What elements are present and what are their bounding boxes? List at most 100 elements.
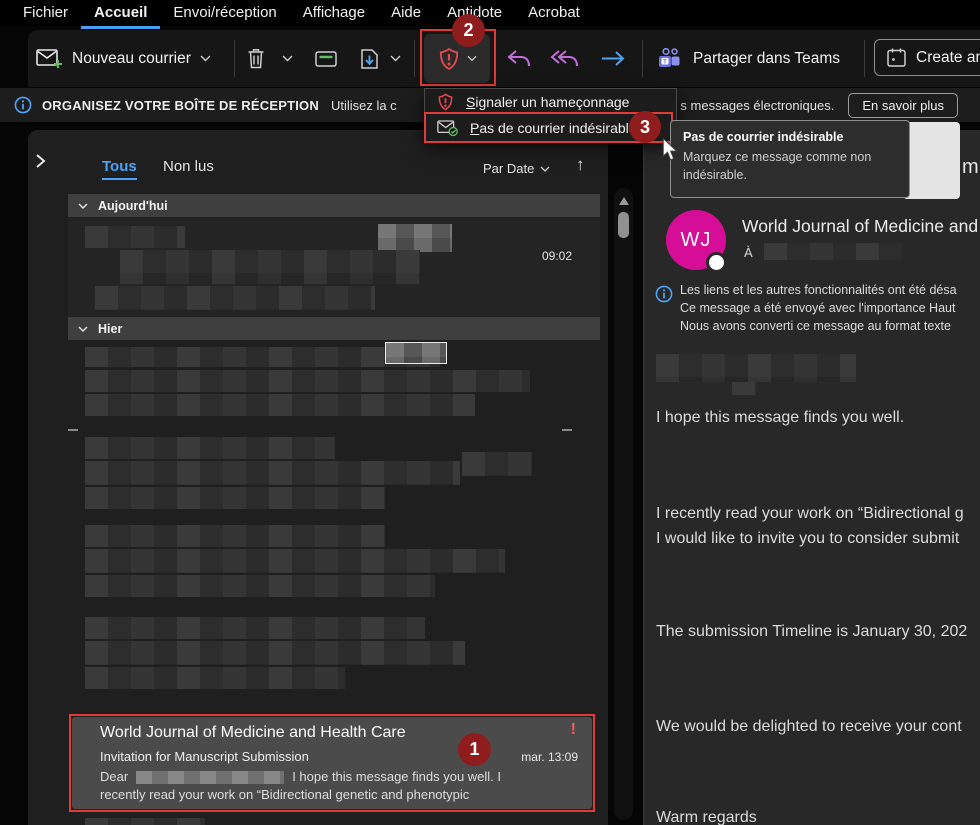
reply-button[interactable] [506, 30, 532, 87]
redacted-content [85, 575, 435, 597]
shield-exclaim-icon [437, 93, 454, 111]
body-line-4: The submission Timeline is January 30, 2… [656, 623, 967, 641]
annotation-badge-1: 1 [458, 733, 491, 766]
new-mail-button[interactable]: Nouveau courrier [36, 30, 211, 87]
chevron-down-icon[interactable] [390, 55, 401, 62]
redacted-content [85, 549, 505, 573]
row-divider [68, 429, 78, 431]
teams-icon: T [656, 47, 684, 71]
banner-text-left: Utilisez la c [331, 98, 397, 113]
redacted-content [85, 641, 465, 665]
tab-affichage[interactable]: Affichage [290, 0, 378, 26]
group-header-today[interactable]: Aujourd'hui [68, 194, 600, 217]
reply-all-button[interactable] [550, 30, 580, 87]
redacted-content [462, 452, 532, 476]
share-teams-label: Partager dans Teams [693, 50, 840, 68]
group-label: Hier [98, 322, 122, 336]
scrollbar-up-arrow[interactable] [619, 197, 629, 205]
new-mail-label: Nouveau courrier [72, 50, 191, 68]
redacted-content [85, 461, 460, 485]
group-header-yesterday[interactable]: Hier [68, 317, 600, 340]
info-icon [655, 285, 673, 303]
redacted-content [85, 525, 385, 547]
toolbar-separator [414, 40, 415, 77]
not-junk-tooltip: Pas de courrier indésirable Marquez ce m… [670, 120, 910, 198]
move-to-button[interactable] [358, 30, 401, 87]
info-line-3: Nous avons converti ce message au format… [680, 319, 980, 333]
body-line-6: Warm regards [656, 809, 757, 825]
filter-tab-all[interactable]: Tous [102, 158, 137, 180]
banner-title: ORGANISEZ VOTRE BOÎTE DE RÉCEPTION [42, 98, 319, 113]
message-row-redacted[interactable]: 09:02 [68, 218, 600, 316]
subject-fragment: m [962, 156, 979, 179]
tab-accueil[interactable]: Accueil [81, 0, 160, 29]
archive-button[interactable] [314, 30, 338, 87]
annotation-badge-2: 2 [452, 14, 485, 47]
group-label: Aujourd'hui [98, 199, 168, 213]
reply-all-icon [550, 48, 580, 70]
scrollbar-thumb[interactable] [618, 212, 629, 238]
tab-fichier[interactable]: Fichier [10, 0, 81, 26]
body-line-3: I would like to invite you to consider s… [656, 530, 959, 548]
delete-button[interactable] [246, 30, 266, 87]
share-teams-button[interactable]: T Partager dans Teams [656, 30, 840, 87]
toolbar-separator [234, 40, 235, 77]
redacted-content [85, 437, 335, 459]
redacted-content [85, 370, 530, 392]
toolbar-separator [864, 40, 865, 77]
reading-sender-name: World Journal of Medicine and Health Car… [742, 216, 980, 237]
tooltip-title: Pas de courrier indésirable [683, 130, 897, 144]
to-label: À [744, 245, 753, 260]
tab-acrobat[interactable]: Acrobat [515, 0, 593, 26]
message-time: 09:02 [542, 249, 572, 263]
banner-text-right: s messages électroniques. [680, 98, 834, 113]
trash-icon [246, 47, 266, 70]
redacted-greeting [656, 354, 856, 382]
sort-by-button[interactable]: Par Date [483, 161, 550, 176]
body-line-2: I recently read your work on “Bidirectio… [656, 505, 964, 523]
delete-dropdown-chevron[interactable] [282, 30, 293, 87]
redacted-content [85, 394, 475, 416]
tooltip-body: Marquez ce message comme non indésirable… [683, 149, 891, 184]
redacted-recipient [764, 243, 902, 260]
presence-indicator [706, 252, 727, 273]
redacted-content [85, 617, 425, 639]
toolbar: Nouveau courrier [28, 30, 980, 87]
annotation-box-step1 [69, 714, 595, 812]
reply-icon [506, 48, 532, 70]
sort-label: Par Date [483, 161, 534, 176]
redacted-content [386, 343, 446, 363]
list-scrollbar[interactable] [614, 188, 633, 820]
calendar-icon [886, 47, 907, 68]
chevron-down-icon [540, 166, 550, 172]
forward-icon [600, 50, 626, 67]
info-icon [14, 96, 32, 114]
sort-direction-button[interactable]: ↑ [576, 155, 585, 175]
row-divider [562, 429, 572, 431]
body-line-1: I hope this message finds you well. [656, 409, 904, 427]
outlook-window: Fichier Accueil Envoi/réception Affichag… [0, 0, 980, 825]
menu-item-label: Signaler un hameçonnage [466, 94, 629, 110]
redacted-content [95, 286, 375, 310]
archive-icon [314, 48, 338, 69]
tab-aide[interactable]: Aide [378, 0, 434, 26]
light-flyout-panel [903, 122, 960, 199]
redacted-content [85, 818, 205, 825]
forward-button[interactable] [600, 30, 626, 87]
annotation-badge-3: 3 [629, 111, 661, 143]
move-folder-icon [358, 48, 381, 70]
info-line-1: Les liens et les autres fonctionnalités … [680, 283, 980, 297]
toolbar-separator [642, 40, 643, 77]
learn-more-button[interactable]: En savoir plus [848, 93, 958, 118]
redacted-content [85, 487, 385, 509]
info-line-2: Ce message a été envoyé avec l'importanc… [680, 301, 980, 315]
new-mail-icon [36, 47, 63, 70]
tab-envoi-reception[interactable]: Envoi/réception [160, 0, 289, 26]
redacted-content [378, 224, 452, 252]
filter-tab-unread[interactable]: Non lus [163, 158, 214, 175]
expand-rail-button[interactable] [34, 153, 47, 169]
create-appointment-button[interactable]: Create an a [874, 39, 980, 76]
redacted-content [120, 250, 420, 284]
redacted-content [85, 226, 185, 248]
chevron-down-icon[interactable] [200, 55, 211, 62]
